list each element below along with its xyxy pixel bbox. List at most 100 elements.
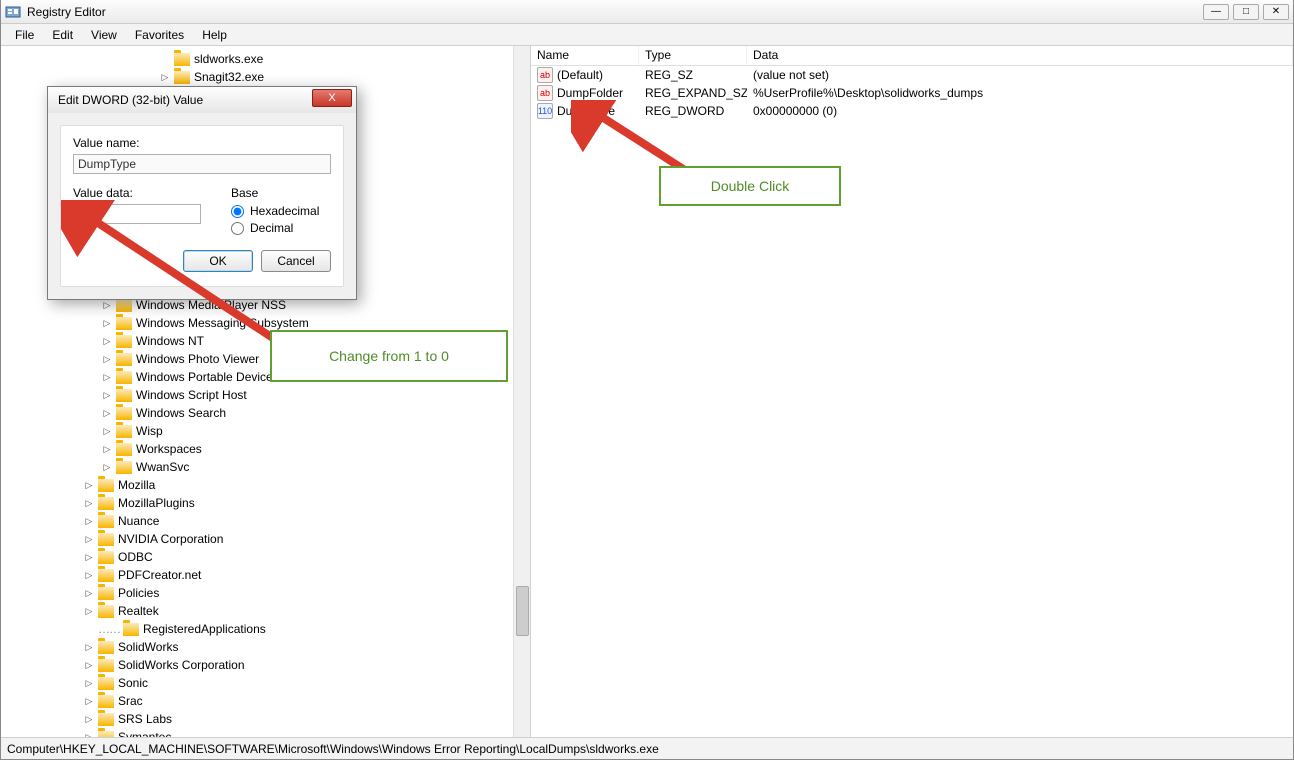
expand-toggle-icon[interactable]: ▷ (83, 569, 95, 581)
tree-item[interactable]: ▷Mozilla (11, 476, 530, 494)
tree-item[interactable]: ▷WwanSvc (11, 458, 530, 476)
expand-toggle-icon[interactable]: ▷ (83, 677, 95, 689)
scroll-thumb[interactable] (516, 586, 529, 636)
registry-value-row[interactable]: 110DumpTypeREG_DWORD0x00000000 (0) (531, 102, 1293, 120)
expand-toggle-icon[interactable]: ▷ (101, 335, 113, 347)
expand-toggle-icon[interactable]: ▷ (159, 71, 171, 83)
maximize-button[interactable]: □ (1233, 4, 1259, 20)
tree-item[interactable]: ▷SolidWorks (11, 638, 530, 656)
annotation-double-click: Double Click (659, 166, 841, 206)
menu-bar: File Edit View Favorites Help (1, 24, 1293, 46)
ok-button[interactable]: OK (183, 250, 253, 272)
expand-toggle-icon[interactable]: ▷ (101, 371, 113, 383)
menu-edit[interactable]: Edit (44, 26, 81, 44)
dialog-close-button[interactable]: X (312, 89, 352, 107)
value-data-input[interactable] (73, 204, 201, 224)
expand-toggle-icon[interactable]: ▷ (83, 515, 95, 527)
tree-item[interactable]: ▷Sonic (11, 674, 530, 692)
app-icon (5, 4, 21, 20)
tree-item[interactable]: ▷ODBC (11, 548, 530, 566)
col-header-data[interactable]: Data (747, 46, 1293, 65)
col-header-name[interactable]: Name (531, 46, 639, 65)
dialog-title-bar[interactable]: Edit DWORD (32-bit) Value X (48, 87, 356, 113)
tree-item[interactable]: ▷Wisp (11, 422, 530, 440)
minimize-button[interactable]: — (1203, 4, 1229, 20)
tree-item[interactable]: ▷ Symantec (11, 728, 530, 737)
tree-item[interactable]: ▷Nuance (11, 512, 530, 530)
expand-toggle-icon[interactable]: ▷ (83, 587, 95, 599)
value-type: REG_SZ (639, 68, 747, 82)
dialog-title: Edit DWORD (32-bit) Value (58, 93, 203, 107)
expand-toggle-icon[interactable]: ▷ (101, 299, 113, 311)
tree-item-label: Workspaces (136, 440, 202, 458)
tree-item[interactable]: ▷PDFCreator.net (11, 566, 530, 584)
expand-toggle-icon[interactable]: ▷ (83, 731, 95, 737)
expand-toggle-icon[interactable]: ▷ (101, 461, 113, 473)
cancel-button[interactable]: Cancel (261, 250, 331, 272)
expand-toggle-icon[interactable] (83, 623, 95, 635)
tree-item[interactable]: ▷MozillaPlugins (11, 494, 530, 512)
list-header: Name Type Data (531, 46, 1293, 66)
expand-toggle-icon[interactable]: ▷ (101, 407, 113, 419)
folder-icon (116, 335, 132, 348)
tree-item[interactable]: ……RegisteredApplications (11, 620, 530, 638)
tree-item[interactable]: ▷SRS Labs (11, 710, 530, 728)
folder-icon (116, 407, 132, 420)
radio-dec-input[interactable] (231, 222, 244, 235)
menu-favorites[interactable]: Favorites (127, 26, 192, 44)
tree-item[interactable]: sldworks.exe (11, 50, 530, 68)
radio-dec[interactable]: Decimal (231, 221, 331, 235)
tree-item[interactable]: ▷SolidWorks Corporation (11, 656, 530, 674)
expand-toggle-icon[interactable]: ▷ (101, 389, 113, 401)
folder-icon (116, 389, 132, 402)
title-bar: Registry Editor — □ ✕ (1, 0, 1293, 24)
expand-toggle-icon[interactable]: ▷ (83, 659, 95, 671)
expand-toggle-icon[interactable]: ▷ (101, 443, 113, 455)
menu-view[interactable]: View (83, 26, 125, 44)
list-body: ab(Default)REG_SZ(value not set)abDumpFo… (531, 66, 1293, 120)
col-header-type[interactable]: Type (639, 46, 747, 65)
tree-item-label: sldworks.exe (194, 50, 263, 68)
tree-item-label: Windows Photo Viewer (136, 350, 259, 368)
folder-icon (174, 53, 190, 66)
expand-toggle-icon[interactable]: ▷ (83, 695, 95, 707)
menu-file[interactable]: File (7, 26, 42, 44)
tree-item-label: Windows Search (136, 404, 226, 422)
tree-item[interactable]: ▷Windows Script Host (11, 386, 530, 404)
expand-toggle-icon[interactable]: ▷ (101, 425, 113, 437)
folder-icon (98, 497, 114, 510)
expand-toggle-icon[interactable]: ▷ (83, 479, 95, 491)
folder-icon (116, 371, 132, 384)
radio-hex[interactable]: Hexadecimal (231, 204, 331, 218)
tree-item[interactable]: ▷ Windows Search (11, 404, 530, 422)
tree-item[interactable]: ▷ Srac (11, 692, 530, 710)
expand-toggle-icon[interactable]: ▷ (83, 713, 95, 725)
tree-item-label: RegisteredApplications (143, 620, 266, 638)
tree-item[interactable]: ▷Realtek (11, 602, 530, 620)
registry-value-row[interactable]: abDumpFolderREG_EXPAND_SZ%UserProfile%\D… (531, 84, 1293, 102)
expand-toggle-icon[interactable]: ▷ (83, 605, 95, 617)
value-name-input (73, 154, 331, 174)
close-button[interactable]: ✕ (1263, 4, 1289, 20)
tree-item-label: Policies (118, 584, 159, 602)
menu-help[interactable]: Help (194, 26, 235, 44)
tree-item-label: Srac (118, 692, 143, 710)
tree-scrollbar[interactable] (513, 46, 530, 737)
folder-icon (98, 587, 114, 600)
tree-item[interactable]: ▷Snagit32.exe (11, 68, 530, 86)
value-name-label: Value name: (73, 136, 331, 150)
registry-value-row[interactable]: ab(Default)REG_SZ(value not set) (531, 66, 1293, 84)
radio-hex-input[interactable] (231, 205, 244, 218)
expand-toggle-icon[interactable]: ▷ (83, 497, 95, 509)
tree-item[interactable]: ▷NVIDIA Corporation (11, 530, 530, 548)
expand-toggle-icon[interactable] (159, 53, 171, 65)
expand-toggle-icon[interactable]: ▷ (101, 317, 113, 329)
tree-item[interactable]: ▷ Policies (11, 584, 530, 602)
expand-toggle-icon[interactable]: ▷ (83, 641, 95, 653)
expand-toggle-icon[interactable]: ▷ (101, 353, 113, 365)
tree-item[interactable]: ▷ Workspaces (11, 440, 530, 458)
tree-item-label: Symantec (118, 728, 171, 737)
expand-toggle-icon[interactable]: ▷ (83, 551, 95, 563)
expand-toggle-icon[interactable]: ▷ (83, 533, 95, 545)
edit-dword-dialog: Edit DWORD (32-bit) Value X Value name: … (47, 86, 357, 300)
